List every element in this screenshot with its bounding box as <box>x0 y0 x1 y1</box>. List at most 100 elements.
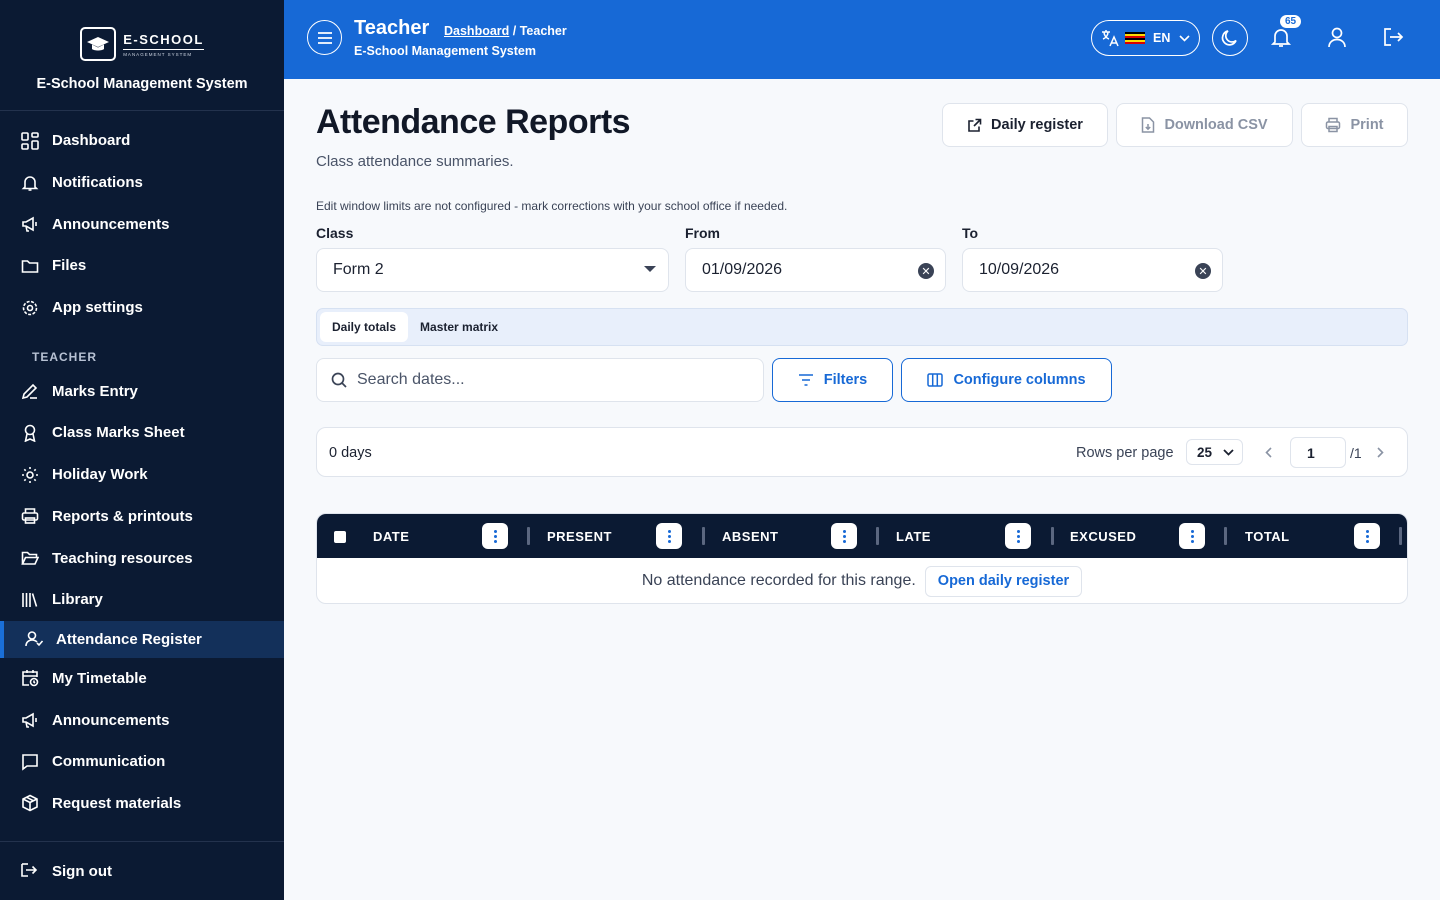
tab-master-matrix[interactable]: Master matrix <box>408 312 510 342</box>
sidebar-item-announcements-teacher[interactable]: Announcements <box>0 699 284 741</box>
sidebar: E-SCHOOL MANAGEMENT SYSTEM E-School Mana… <box>0 0 284 900</box>
sidebar-item-reports-printouts[interactable]: Reports & printouts <box>0 496 284 538</box>
column-header-date[interactable]: DATE <box>373 514 409 558</box>
filters-label: Filters <box>823 372 868 388</box>
column-menu-date[interactable] <box>482 523 508 549</box>
column-resize-handle[interactable] <box>1399 527 1402 545</box>
open-daily-register-button[interactable]: Open daily register <box>924 565 1083 597</box>
filter-icon <box>798 374 814 386</box>
sidebar-nav: Dashboard Notifications Announcements Fi… <box>0 120 284 328</box>
configure-columns-label: Configure columns <box>953 372 1086 388</box>
search-placeholder: Search dates... <box>357 371 465 388</box>
chevron-right-icon <box>1377 447 1384 458</box>
rows-per-page-select[interactable]: 25 <box>1186 439 1243 465</box>
theme-toggle-button[interactable] <box>1212 20 1248 56</box>
more-vertical-icon <box>1190 529 1194 544</box>
top-bar: Teacher Dashboard / Teacher E-School Man… <box>284 0 1440 79</box>
uganda-flag-icon <box>1125 32 1145 44</box>
user-check-icon <box>24 629 44 649</box>
clear-to-date-icon[interactable]: ✕ <box>1195 263 1211 279</box>
column-resize-handle[interactable] <box>1051 527 1054 545</box>
download-csv-button[interactable]: Download CSV <box>1116 103 1293 147</box>
more-vertical-icon <box>667 529 671 544</box>
sidebar-item-files[interactable]: Files <box>0 245 284 287</box>
sidebar-item-teaching-resources[interactable]: Teaching resources <box>0 537 284 579</box>
column-header-total[interactable]: TOTAL <box>1245 514 1290 558</box>
menu-toggle-button[interactable] <box>307 20 342 55</box>
column-header-present[interactable]: PRESENT <box>547 514 612 558</box>
sidebar-item-label: Attendance Register <box>56 630 202 648</box>
column-resize-handle[interactable] <box>527 527 530 545</box>
sidebar-item-label: My Timetable <box>52 669 147 687</box>
page-subtitle: Class attendance summaries. <box>316 153 514 170</box>
chevron-down-icon <box>1223 449 1234 456</box>
column-resize-handle[interactable] <box>702 527 705 545</box>
column-menu-absent[interactable] <box>831 523 857 549</box>
breadcrumb-separator: / <box>509 24 520 38</box>
print-label: Print <box>1350 117 1384 133</box>
class-select[interactable]: Form 2 <box>316 248 669 292</box>
clear-from-date-icon[interactable]: ✕ <box>918 263 934 279</box>
column-header-excused[interactable]: EXCUSED <box>1070 514 1136 558</box>
calendar-clock-icon <box>20 668 40 688</box>
column-menu-late[interactable] <box>1005 523 1031 549</box>
brand-name: E-School Management System <box>36 76 248 92</box>
filters-button[interactable]: Filters <box>772 358 893 402</box>
column-menu-total[interactable] <box>1354 523 1380 549</box>
breadcrumb-dashboard-link[interactable]: Dashboard <box>444 24 509 38</box>
page-total: /1 <box>1350 445 1362 461</box>
sign-out-icon <box>20 861 40 881</box>
sidebar-item-holiday-work[interactable]: Holiday Work <box>0 454 284 496</box>
column-resize-handle[interactable] <box>1224 527 1227 545</box>
column-header-absent[interactable]: ABSENT <box>722 514 778 558</box>
sidebar-item-marks-entry[interactable]: Marks Entry <box>0 370 284 412</box>
sidebar-item-label: Teaching resources <box>52 549 193 567</box>
profile-button[interactable] <box>1326 26 1348 53</box>
message-icon <box>20 752 40 772</box>
from-date-input[interactable]: 01/09/2026 ✕ <box>685 248 946 292</box>
configure-columns-button[interactable]: Configure columns <box>901 358 1112 402</box>
sidebar-teacher-nav: Marks Entry Class Marks Sheet Holiday Wo… <box>0 370 284 824</box>
edit-window-notice: Edit window limits are not configured - … <box>316 199 788 213</box>
language-selector[interactable]: EN <box>1091 20 1200 56</box>
sidebar-item-label: Announcements <box>52 711 170 729</box>
file-download-icon <box>1141 117 1155 133</box>
sidebar-item-attendance-register[interactable]: Attendance Register <box>0 620 284 658</box>
brand: E-SCHOOL MANAGEMENT SYSTEM E-School Mana… <box>0 0 284 111</box>
print-button[interactable]: Print <box>1301 103 1408 147</box>
notifications-button[interactable] <box>1270 26 1292 53</box>
column-menu-excused[interactable] <box>1179 523 1205 549</box>
sidebar-item-app-settings[interactable]: App settings <box>0 287 284 329</box>
column-header-late[interactable]: LATE <box>896 514 931 558</box>
tab-daily-totals[interactable]: Daily totals <box>320 312 409 342</box>
sidebar-item-announcements[interactable]: Announcements <box>0 203 284 245</box>
daily-register-button[interactable]: Daily register <box>942 103 1108 147</box>
sidebar-item-class-marks-sheet[interactable]: Class Marks Sheet <box>0 412 284 454</box>
award-icon <box>20 423 40 443</box>
more-vertical-icon <box>842 529 846 544</box>
folder-icon <box>20 256 40 276</box>
table-header: DATE PRESENT ABSENT LATE EXCUSED TOTAL <box>317 514 1407 558</box>
sidebar-item-library[interactable]: Library <box>0 579 284 621</box>
next-page-button[interactable] <box>1377 445 1384 461</box>
pen-icon <box>20 381 40 401</box>
sidebar-item-request-materials[interactable]: Request materials <box>0 783 284 825</box>
column-menu-present[interactable] <box>656 523 682 549</box>
column-resize-handle[interactable] <box>876 527 879 545</box>
page-number-input[interactable]: 1 <box>1290 437 1346 468</box>
more-vertical-icon <box>1365 529 1369 544</box>
sidebar-item-notifications[interactable]: Notifications <box>0 162 284 204</box>
sidebar-item-communication[interactable]: Communication <box>0 741 284 783</box>
language-code: EN <box>1153 31 1171 45</box>
search-input[interactable]: Search dates... <box>316 358 764 402</box>
previous-page-button[interactable] <box>1265 445 1272 461</box>
result-count: 0 days <box>329 445 372 461</box>
select-all-checkbox[interactable] <box>334 531 346 543</box>
to-date-input[interactable]: 10/09/2026 ✕ <box>962 248 1223 292</box>
logout-button[interactable] <box>1382 26 1404 53</box>
signout-button[interactable]: Sign out <box>0 841 284 900</box>
grid-icon <box>20 131 40 151</box>
sidebar-item-dashboard[interactable]: Dashboard <box>0 120 284 162</box>
sidebar-item-label: Library <box>52 591 103 609</box>
sidebar-item-my-timetable[interactable]: My Timetable <box>0 658 284 700</box>
